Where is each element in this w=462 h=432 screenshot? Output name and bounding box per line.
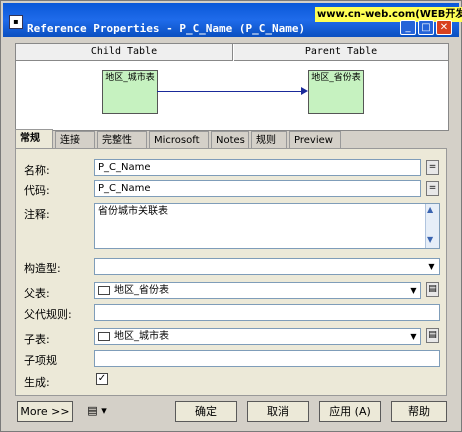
tab-microsoft[interactable]: Microsoft xyxy=(149,131,209,148)
parent-table-select[interactable]: 地区_省份表 xyxy=(94,282,421,299)
reference-arrow-icon xyxy=(301,87,308,95)
child-table-header: Child Table xyxy=(16,44,233,61)
parent-role-input[interactable] xyxy=(94,304,440,321)
generate-label: 生成: xyxy=(24,376,50,389)
child-table-properties-button[interactable]: ▤ xyxy=(426,328,439,343)
stereotype-select[interactable] xyxy=(94,258,440,275)
parent-role-label: 父代规则: xyxy=(24,308,72,321)
general-tab-panel: 名称: P_C_Name = 代码: P_C_Name = 注释: 省份城市关联… xyxy=(15,148,447,396)
close-button[interactable]: ✕ xyxy=(436,20,452,35)
properties-dialog: ▪ Reference Properties - P_C_Name (P_C_N… xyxy=(0,0,462,432)
tab-join[interactable]: 连接 xyxy=(55,131,95,148)
scroll-up-icon[interactable]: ▲ xyxy=(427,205,433,214)
table-icon xyxy=(98,331,110,341)
code-input[interactable]: P_C_Name xyxy=(94,180,421,197)
tab-general[interactable]: 常规 xyxy=(15,129,53,149)
scroll-down-icon[interactable]: ▼ xyxy=(427,235,433,244)
name-input[interactable]: P_C_Name xyxy=(94,159,421,176)
more-button[interactable]: More >> xyxy=(17,401,73,422)
stereotype-dropdown-icon[interactable]: ▼ xyxy=(425,259,438,274)
comment-scrollbar[interactable]: ▲ ▼ xyxy=(425,204,439,248)
reference-diagram: Child Table Parent Table 地区_城市表 地区_省份表 xyxy=(15,43,449,131)
properties-icon: ▤ xyxy=(428,284,437,294)
child-entity-box: 地区_城市表 xyxy=(102,70,158,114)
reference-link-line xyxy=(157,91,305,92)
child-table-value: 地区_城市表 xyxy=(114,331,169,342)
parent-table-properties-button[interactable]: ▤ xyxy=(426,282,439,297)
name-label: 名称: xyxy=(24,164,50,177)
child-role-label: 子项规 xyxy=(24,354,57,367)
close-icon: ✕ xyxy=(439,22,449,33)
child-role-input[interactable] xyxy=(94,350,440,367)
table-icon xyxy=(98,285,110,295)
generate-checkbox[interactable]: ✓ xyxy=(96,373,108,385)
maximize-icon: □ xyxy=(421,22,431,33)
comment-textarea[interactable]: 省份城市关联表 xyxy=(94,203,440,249)
ok-button[interactable]: 确定 xyxy=(175,401,237,422)
maximize-button[interactable]: □ xyxy=(418,20,434,35)
chevron-down-icon: ▾ xyxy=(101,404,107,417)
window-title: Reference Properties - P_C_Name (P_C_Nam… xyxy=(27,22,306,35)
parent-table-dropdown-icon[interactable]: ▼ xyxy=(407,283,420,298)
minimize-button[interactable]: _ xyxy=(400,20,416,35)
stereotype-label: 构造型: xyxy=(24,262,61,275)
tools-menu-button[interactable]: ▤ ▾ xyxy=(81,401,113,422)
tab-notes[interactable]: Notes xyxy=(211,131,249,148)
parent-table-label: 父表: xyxy=(24,287,50,300)
tab-preview[interactable]: Preview xyxy=(289,131,341,148)
cancel-button[interactable]: 取消 xyxy=(247,401,309,422)
dialog-footer: More >> ▤ ▾ 确定 取消 应用 (A) 帮助 xyxy=(15,401,447,423)
help-button[interactable]: 帮助 xyxy=(391,401,447,422)
parent-table-header: Parent Table xyxy=(234,44,448,61)
tab-rules[interactable]: 规则 xyxy=(251,131,287,148)
minimize-icon: _ xyxy=(405,22,411,33)
properties-icon: ▤ xyxy=(428,330,437,340)
apply-button[interactable]: 应用 (A) xyxy=(319,401,381,422)
code-label: 代码: xyxy=(24,184,50,197)
comment-text: 省份城市关联表 xyxy=(98,206,168,217)
code-equals-button[interactable]: = xyxy=(426,181,439,196)
title-bar[interactable]: ▪ Reference Properties - P_C_Name (P_C_N… xyxy=(3,3,462,37)
child-table-dropdown-icon[interactable]: ▼ xyxy=(407,329,420,344)
child-table-select[interactable]: 地区_城市表 xyxy=(94,328,421,345)
child-table-label: 子表: xyxy=(24,333,50,346)
comment-label: 注释: xyxy=(24,208,50,221)
parent-table-value: 地区_省份表 xyxy=(114,285,169,296)
window-icon: ▪ xyxy=(9,15,23,29)
parent-entity-box: 地区_省份表 xyxy=(308,70,364,114)
document-icon: ▤ xyxy=(87,404,98,417)
name-equals-button[interactable]: = xyxy=(426,160,439,175)
tab-integrity[interactable]: 完整性 xyxy=(97,131,147,148)
